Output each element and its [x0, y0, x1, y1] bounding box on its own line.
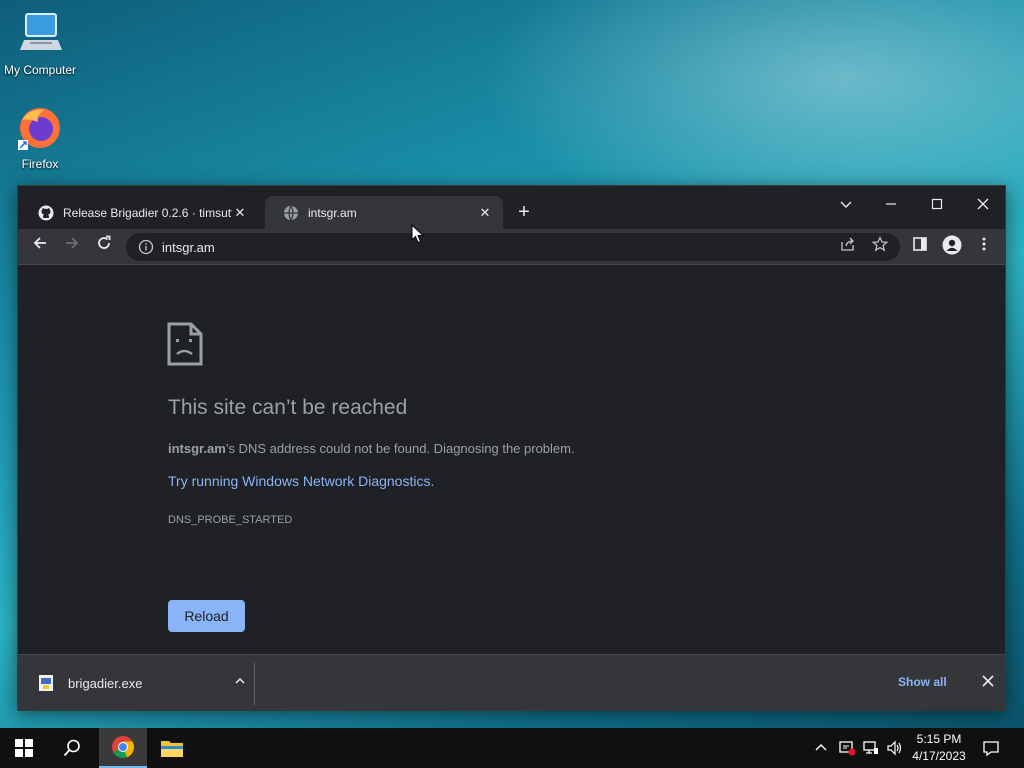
info-icon[interactable]	[138, 239, 154, 255]
volume-icon[interactable]	[886, 728, 904, 768]
exe-file-icon	[39, 675, 53, 691]
tray-overflow-icon[interactable]	[814, 728, 828, 768]
start-button[interactable]	[0, 728, 48, 768]
tab-search-icon[interactable]	[826, 190, 866, 220]
desktop-icon-label: Firefox	[21, 157, 59, 171]
share-icon[interactable]	[836, 235, 860, 259]
sad-page-icon	[167, 322, 203, 366]
clock-time: 5:15 PM	[916, 732, 962, 746]
globe-icon	[284, 205, 298, 220]
back-button[interactable]	[26, 233, 54, 261]
taskbar-chrome[interactable]	[99, 728, 147, 768]
computer-icon	[20, 13, 62, 50]
chrome-icon	[112, 736, 135, 759]
taskbar-file-explorer[interactable]	[148, 728, 196, 768]
windows-logo-icon	[15, 739, 33, 757]
browser-toolbar: intsgr.am	[18, 229, 1005, 265]
tab-title: Release Brigadier 0.2.6 · timsutto	[63, 205, 232, 220]
download-filename: brigadier.exe	[68, 675, 143, 691]
close-tab-icon[interactable]: ✕	[477, 205, 493, 221]
error-code: DNS_PROBE_STARTED	[168, 514, 293, 526]
tab-strip: Release Brigadier 0.2.6 · timsutto ✕ int…	[18, 186, 1005, 229]
taskbar: 5:15 PM 4/17/2023	[0, 728, 1024, 768]
folder-icon	[161, 741, 183, 757]
show-all-downloads-link[interactable]: Show all	[898, 675, 947, 689]
search-button[interactable]	[48, 728, 96, 768]
error-title: This site can’t be reached	[168, 396, 408, 419]
desktop-icon-label: My Computer	[3, 63, 77, 77]
notifications-icon[interactable]	[982, 728, 1000, 768]
close-tab-icon[interactable]: ✕	[232, 205, 248, 221]
desktop-icon-firefox[interactable]: Firefox	[0, 104, 80, 171]
firefox-icon	[18, 108, 60, 150]
error-host: intsgr.am	[168, 441, 226, 456]
close-window-button[interactable]	[963, 190, 1003, 220]
tab-intsgr[interactable]: intsgr.am ✕	[265, 196, 503, 229]
reload-button[interactable]: Reload	[168, 600, 245, 632]
browser-window: Release Brigadier 0.2.6 · timsutto ✕ int…	[17, 185, 1006, 711]
forward-arrow-icon	[66, 237, 79, 249]
side-panel-icon[interactable]	[908, 235, 932, 259]
address-bar[interactable]: intsgr.am	[126, 233, 900, 261]
close-download-bar-icon[interactable]	[976, 671, 1000, 695]
error-description: intsgr.am’s DNS address could not be fou…	[168, 441, 575, 456]
maximize-button[interactable]	[917, 190, 957, 220]
minimize-button[interactable]	[871, 190, 911, 220]
download-separator	[254, 663, 255, 705]
download-item[interactable]: brigadier.exe	[18, 655, 254, 711]
bookmark-star-icon[interactable]	[868, 235, 892, 259]
back-arrow-icon	[33, 237, 46, 249]
taskbar-clock[interactable]: 5:15 PM 4/17/2023	[905, 731, 973, 765]
network-icon[interactable]	[862, 728, 880, 768]
search-icon	[63, 739, 80, 757]
mouse-cursor-icon	[411, 224, 425, 244]
tab-github-release[interactable]: Release Brigadier 0.2.6 · timsutto ✕	[20, 196, 258, 229]
page-content: This site can’t be reached intsgr.am’s D…	[18, 266, 1005, 654]
error-description-text: ’s DNS address could not be found. Diagn…	[225, 441, 575, 456]
security-alert-icon[interactable]	[838, 728, 856, 768]
refresh-icon	[98, 235, 111, 249]
desktop-icon-my-computer[interactable]: My Computer	[0, 10, 80, 77]
download-bar: brigadier.exe Show all	[18, 654, 1005, 711]
github-icon	[38, 205, 54, 220]
address-text: intsgr.am	[162, 239, 215, 255]
new-tab-button[interactable]: +	[512, 200, 536, 224]
menu-kebab-icon[interactable]	[972, 235, 996, 259]
clock-date: 4/17/2023	[912, 749, 966, 763]
network-diagnostics-link[interactable]: Try running Windows Network Diagnostics.	[168, 473, 434, 489]
chevron-up-icon[interactable]	[230, 673, 250, 693]
tab-title: intsgr.am	[308, 205, 357, 220]
profile-avatar-icon[interactable]	[940, 235, 964, 259]
reload-toolbar-button[interactable]	[90, 233, 118, 261]
forward-button[interactable]	[58, 233, 86, 261]
